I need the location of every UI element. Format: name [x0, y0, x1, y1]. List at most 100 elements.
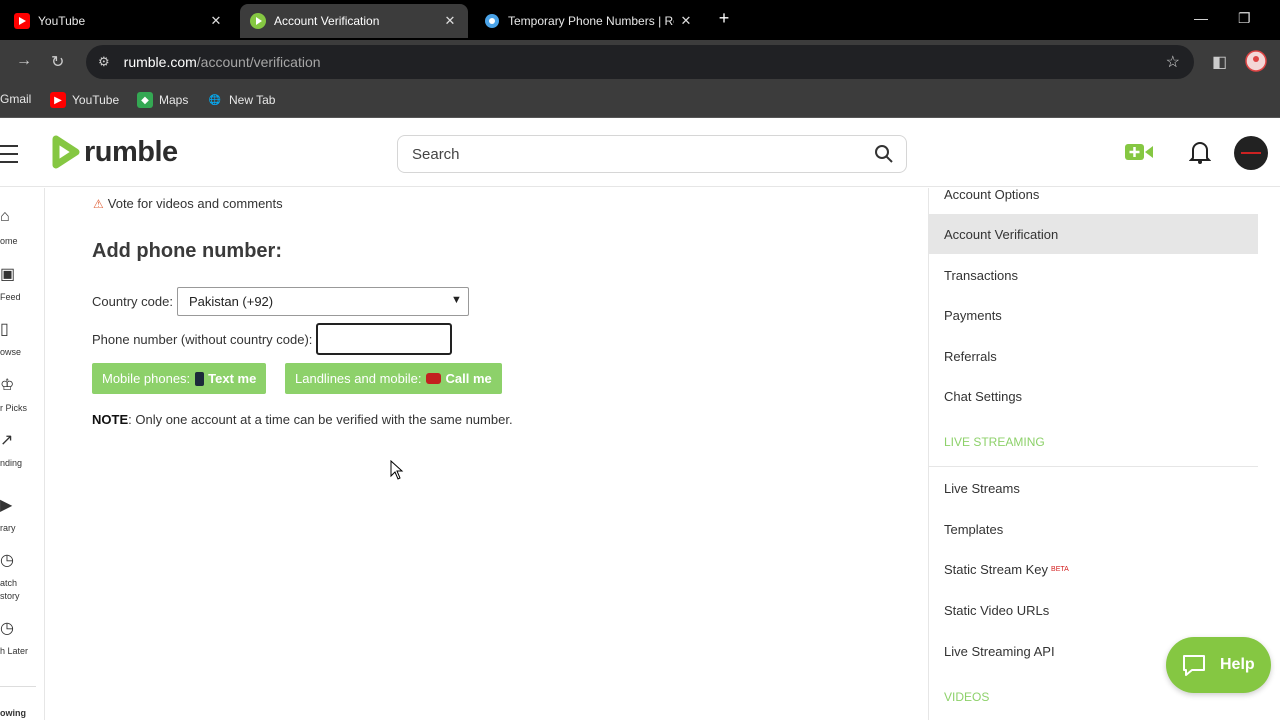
rail-label: r Picks: [0, 403, 27, 413]
note-text: NOTE: Only one account at a time can be …: [92, 412, 513, 427]
new-tab-button[interactable]: +: [714, 8, 734, 29]
bookmark-label: New Tab: [229, 93, 276, 107]
sidebar-item-label: Templates: [944, 521, 1004, 537]
youtube-icon: [14, 13, 30, 29]
tab-youtube[interactable]: YouTube ✕: [4, 4, 234, 38]
sidebar-item-referrals[interactable]: Referrals: [929, 336, 1258, 376]
browser-toolbar: → ↻ ⚙ rumble.com/account/verification ☆ …: [0, 40, 1280, 84]
rail-label: nding: [0, 458, 23, 468]
feed-icon: ▣: [0, 266, 16, 283]
bookmark-label: YouTube: [72, 93, 120, 107]
section-videos: VIDEOS: [944, 690, 990, 704]
sidebar-item-account-options[interactable]: Account Options: [929, 174, 1258, 214]
reload-icon[interactable]: ↻: [51, 52, 64, 72]
library-icon: ▶: [0, 497, 13, 514]
chat-icon: [484, 13, 500, 29]
bookmark-youtube[interactable]: ▶ YouTube: [50, 92, 119, 108]
sidebar-item-label: Account Verification: [944, 226, 1059, 242]
rail-label: story: [0, 591, 20, 601]
tab-temporary-phone-numbers[interactable]: Temporary Phone Numbers | Re ✕: [474, 4, 704, 38]
telephone-icon: [426, 373, 442, 384]
sidebar-item-label: Live Streaming API: [944, 643, 1055, 659]
vote-permission: ⚠ Vote for videos and comments: [93, 196, 283, 211]
country-code-select[interactable]: Pakistan (+92) ▼: [176, 287, 469, 316]
bookmark-star-icon[interactable]: ☆: [1166, 52, 1180, 72]
close-icon[interactable]: ✕: [442, 13, 458, 29]
rail-label: owse: [0, 347, 22, 357]
search-icon[interactable]: [874, 144, 894, 169]
rumble-logo[interactable]: rumble: [50, 135, 178, 169]
sidebar-item-label: Transactions: [944, 267, 1018, 283]
note-body: : Only one account at a time can be veri…: [128, 412, 513, 427]
rail-label: ome: [0, 236, 18, 246]
search-box[interactable]: [397, 135, 907, 173]
browser-tab-bar: YouTube ✕ Account Verification ✕ Tempora…: [0, 0, 1280, 40]
notifications-bell-icon[interactable]: [1188, 140, 1212, 169]
avatar[interactable]: [1234, 136, 1268, 170]
history-icon: ◷: [0, 552, 14, 569]
sidebar-item-label: Live Streams: [944, 480, 1020, 496]
left-nav-rail: ⌂ ome ▣ Feed ▯ owse ♔ r Picks ↗ nding ▶ rary ◷…: [0, 188, 45, 720]
call-me-button[interactable]: Landlines and mobile: Call me: [285, 363, 502, 394]
logo-text: rumble: [84, 135, 178, 168]
mouse-cursor-icon: [390, 459, 404, 485]
bookmarks-bar: Gmail ▶ YouTube ◆ Maps 🌐 New Tab: [0, 84, 1280, 118]
call-me-label: Call me: [445, 371, 492, 386]
youtube-icon: ▶: [50, 92, 66, 108]
minimize-icon[interactable]: —: [1194, 10, 1208, 26]
sidebar-item-label: Static Stream Key: [944, 561, 1049, 577]
sidebar-item-transactions[interactable]: Transactions: [929, 255, 1258, 295]
browse-icon: ▯: [0, 321, 9, 338]
sidebar-item-chat-settings[interactable]: Chat Settings: [929, 376, 1258, 416]
site-info-icon[interactable]: ⚙: [98, 54, 110, 70]
chat-bubble-icon: [1183, 655, 1205, 676]
bookmark-label: Gmail: [0, 92, 32, 106]
bookmark-gmail[interactable]: Gmail: [0, 92, 31, 106]
award-icon: ♔: [0, 377, 15, 394]
warning-icon: ⚠: [93, 196, 104, 211]
address-bar[interactable]: ⚙ rumble.com/account/verification ☆: [86, 45, 1194, 79]
text-me-label: Text me: [208, 371, 257, 386]
tab-account-verification[interactable]: Account Verification ✕: [240, 4, 468, 38]
forward-icon[interactable]: →: [16, 52, 32, 70]
tab-title: Account Verification: [274, 14, 380, 28]
section-live-streaming: LIVE STREAMING: [944, 435, 1045, 449]
phone-number-input[interactable]: [316, 323, 453, 355]
bookmark-maps[interactable]: ◆ Maps: [137, 92, 188, 108]
bookmark-new-tab[interactable]: 🌐 New Tab: [207, 92, 276, 108]
call-me-prefix: Landlines and mobile:: [295, 371, 422, 386]
text-me-prefix: Mobile phones:: [102, 371, 191, 386]
search-input[interactable]: [412, 145, 852, 163]
clock-icon: ◷: [0, 620, 14, 637]
mobile-phone-icon: [195, 371, 205, 386]
menu-icon[interactable]: [0, 145, 18, 169]
sidebar-item-label: Payments: [944, 307, 1002, 323]
sidebar-item-static-stream-key[interactable]: Static Stream Key BETA: [929, 549, 1258, 589]
sidebar-item-payments[interactable]: Payments: [929, 295, 1258, 335]
rail-label: atch: [0, 578, 18, 588]
url-path: /account/verification: [196, 54, 321, 70]
help-label: Help: [1220, 656, 1255, 673]
close-icon[interactable]: ✕: [678, 13, 694, 29]
text-me-button[interactable]: Mobile phones: Text me: [92, 363, 267, 394]
bookmark-label: Maps: [159, 93, 189, 107]
side-panel-icon[interactable]: ◧: [1212, 52, 1227, 72]
rail-label: owing: [0, 708, 26, 718]
sidebar-item-templates[interactable]: Templates: [929, 509, 1258, 549]
phone-number-label: Phone number (without country code):: [92, 331, 313, 347]
rumble-logo-icon: [52, 135, 80, 169]
sidebar-item-static-video-urls[interactable]: Static Video URLs: [929, 590, 1258, 630]
sidebar-item-label: Referrals: [944, 348, 997, 364]
sidebar-item-account-verification[interactable]: Account Verification: [929, 214, 1258, 254]
restore-icon[interactable]: ❐: [1238, 10, 1251, 27]
upload-video-icon[interactable]: [1125, 143, 1153, 166]
help-button[interactable]: Help: [1166, 637, 1271, 693]
rail-label: Feed: [0, 292, 21, 302]
note-label: NOTE: [92, 412, 129, 427]
rail-label: rary: [0, 523, 16, 533]
country-code-label: Country code:: [92, 294, 173, 309]
close-icon[interactable]: ✕: [208, 13, 224, 29]
country-code-value: Pakistan (+92): [188, 294, 274, 309]
profile-icon[interactable]: [1245, 50, 1267, 77]
sidebar-item-live-streams[interactable]: Live Streams: [929, 468, 1258, 508]
